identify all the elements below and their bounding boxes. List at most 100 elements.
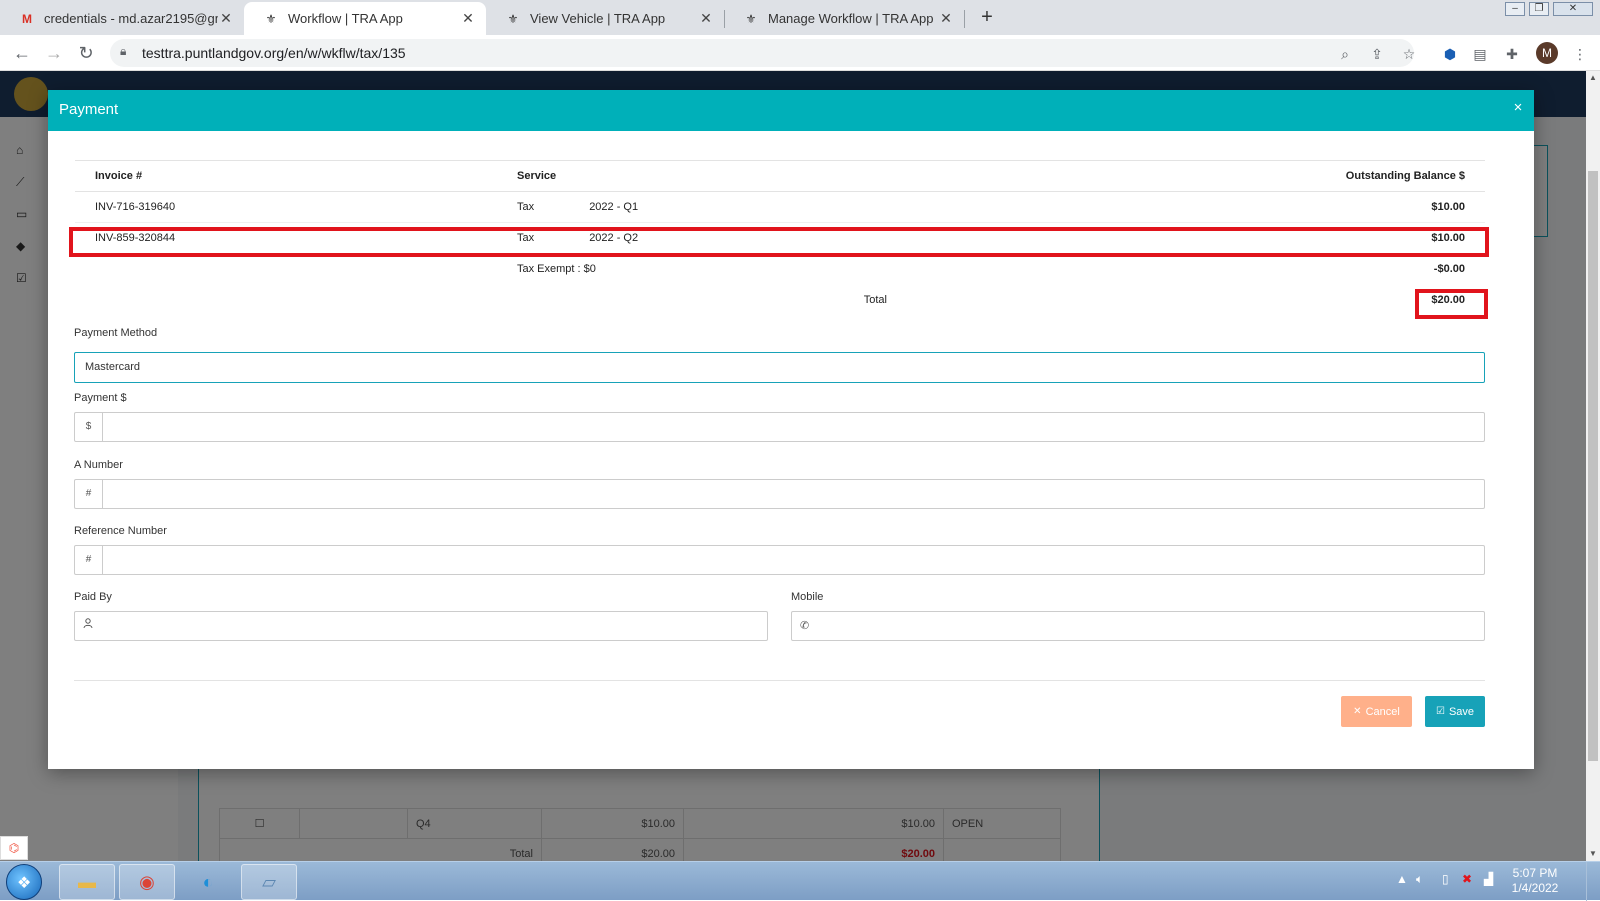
close-tab-icon[interactable]: ✕ xyxy=(698,10,714,27)
taskbar-clock[interactable]: 5:07 PM 1/4/2022 xyxy=(1500,866,1570,896)
user-icon xyxy=(83,612,97,640)
mobile-label: Mobile xyxy=(791,591,824,603)
signal-icon[interactable]: ▟ xyxy=(1484,872,1493,886)
close-tab-icon[interactable]: ✕ xyxy=(460,10,476,27)
save-button[interactable]: ☑ Save xyxy=(1425,696,1485,727)
payment-amount-group: $ xyxy=(74,412,1485,442)
tra-crest-icon: ⚜ xyxy=(265,11,277,26)
tra-crest-icon: ⚜ xyxy=(507,11,519,26)
paid-by-group xyxy=(74,611,768,641)
new-tab-button[interactable]: + xyxy=(974,4,1000,30)
minimize-icon[interactable]: – xyxy=(1505,2,1525,16)
tab-separator xyxy=(964,10,965,28)
highlight-box-invoice-row xyxy=(69,227,1489,257)
chrome-icon: ◉ xyxy=(139,871,155,892)
save-check-icon: ☑ xyxy=(1435,706,1445,717)
browser-tab-workflow[interactable]: ⚜ Workflow | TRA App ✕ xyxy=(244,2,486,35)
scroll-up-icon[interactable]: ▲ xyxy=(1586,71,1600,85)
address-bar[interactable]: 🔒︎ testtra.puntlandgov.org/en/w/wkflw/ta… xyxy=(110,39,1415,67)
extensions-puzzle-icon[interactable]: ✚ xyxy=(1502,44,1522,64)
modal-title: Payment xyxy=(59,101,119,118)
reference-number-label: Reference Number xyxy=(74,525,167,537)
close-tab-icon[interactable]: ✕ xyxy=(218,10,234,27)
edge-icon: ◐ xyxy=(202,871,214,892)
taskbar-chrome[interactable]: ◉ xyxy=(119,864,175,900)
total-row: Total $20.00 xyxy=(75,285,1485,316)
taskbar-explorer[interactable]: ▬ xyxy=(59,864,115,900)
payment-modal: Payment × Invoice # Service Outstanding … xyxy=(48,90,1534,769)
scrollbar-thumb[interactable] xyxy=(1588,171,1598,761)
service-period: 2022 - Q1 xyxy=(589,201,639,213)
hash-addon: # xyxy=(75,480,103,508)
reload-icon[interactable]: ↻ xyxy=(74,41,98,65)
back-arrow-icon[interactable]: ← xyxy=(10,41,34,65)
show-desktop-button[interactable] xyxy=(1586,862,1600,901)
clock-date: 1/4/2022 xyxy=(1511,881,1559,895)
a-number-group: # xyxy=(74,479,1485,509)
tax-exempt-amount: -$0.00 xyxy=(1433,263,1465,276)
battery-icon[interactable]: ▯ xyxy=(1442,872,1449,886)
table-row: INV-716-319640 Tax 2022 - Q1 $10.00 xyxy=(75,191,1485,223)
volume-icon[interactable]: 🔈︎ xyxy=(1416,872,1423,887)
close-tab-icon[interactable]: ✕ xyxy=(938,10,954,27)
cancel-button[interactable]: ✕ Cancel xyxy=(1341,696,1412,727)
service-name: Tax xyxy=(517,201,535,213)
modal-header: Payment × xyxy=(48,90,1534,131)
lock-icon: 🔒︎ xyxy=(120,44,127,58)
close-icon: ✕ xyxy=(1353,706,1362,717)
gmail-icon: M xyxy=(22,11,32,26)
page-scrollbar[interactable]: ▲ ▼ xyxy=(1586,71,1600,861)
tray-expand-icon[interactable]: ▲ xyxy=(1396,872,1408,886)
mobile-input[interactable] xyxy=(818,612,1484,640)
column-header-invoice: Invoice # xyxy=(75,160,497,192)
start-button[interactable]: ❖ xyxy=(6,864,42,900)
paid-by-input[interactable] xyxy=(101,612,767,640)
payment-method-select[interactable]: Mastercard xyxy=(74,352,1485,383)
menu-kebab-icon[interactable]: ⋮ xyxy=(1570,44,1590,64)
profile-avatar[interactable]: M xyxy=(1536,42,1558,64)
extension-shield-icon[interactable]: ⬢ xyxy=(1440,44,1460,64)
windows-taskbar: ❖ ▬ ◉ ◐ ▱ ▲ 🔈︎ ▯ ✖ ▟ 5:07 PM 1/4/2022 xyxy=(0,861,1600,901)
reference-number-input[interactable] xyxy=(103,546,1484,574)
tax-exempt-row: Tax Exempt : $0 -$0.00 xyxy=(75,254,1485,285)
column-header-service: Service xyxy=(497,160,997,192)
reference-number-group: # xyxy=(74,545,1485,575)
clock-time: 5:07 PM xyxy=(1512,866,1558,880)
browser-tab-view-vehicle[interactable]: ⚜ View Vehicle | TRA App ✕ xyxy=(486,2,724,35)
url-text: testtra.puntlandgov.org/en/w/wkflw/tax/1… xyxy=(142,45,406,61)
close-window-icon[interactable]: ✕ xyxy=(1553,2,1593,16)
dollar-addon: $ xyxy=(75,413,103,441)
browser-toolbar: ← → ↻ 🔒︎ testtra.puntlandgov.org/en/w/wk… xyxy=(0,35,1600,71)
invoice-number: INV-716-319640 xyxy=(75,191,497,223)
outstanding-balance: $10.00 xyxy=(997,191,1485,223)
taskbar-edge[interactable]: ◐ xyxy=(180,864,236,900)
zoom-icon[interactable]: ⌕ xyxy=(1336,45,1354,63)
total-label: Total xyxy=(863,294,887,306)
mobile-group: ✆ xyxy=(791,611,1485,641)
restore-icon[interactable]: ❐ xyxy=(1529,2,1549,16)
scroll-down-icon[interactable]: ▼ xyxy=(1586,847,1600,861)
tra-crest-icon: ⚜ xyxy=(745,11,757,26)
browser-tab-manage-workflow[interactable]: ⚜ Manage Workflow | TRA App ✕ xyxy=(724,2,964,35)
forward-arrow-icon[interactable]: → xyxy=(42,41,66,65)
share-icon[interactable]: ⇪ xyxy=(1368,45,1386,63)
network-warning-icon[interactable]: ✖ xyxy=(1462,872,1472,886)
payment-method-label: Payment Method xyxy=(74,327,158,339)
hash-addon: # xyxy=(75,546,103,574)
browser-tab-bar: M credentials - md.azar2195@gmail ✕ ⚜ Wo… xyxy=(0,0,1600,35)
bookmark-star-icon[interactable]: ☆ xyxy=(1400,45,1418,63)
extension-clipboard-icon[interactable]: ▤ xyxy=(1470,44,1490,64)
paid-by-label: Paid By xyxy=(74,591,112,603)
table-header-row: Invoice # Service Outstanding Balance $ xyxy=(75,160,1485,192)
debug-bar-icon[interactable]: ⌬ xyxy=(0,836,28,860)
payment-amount-input[interactable] xyxy=(103,413,1484,441)
a-number-input[interactable] xyxy=(103,480,1484,508)
a-number-label: A Number xyxy=(74,459,123,471)
tax-exempt-label: Tax Exempt : $0 xyxy=(517,263,596,276)
taskbar-notepad[interactable]: ▱ xyxy=(241,864,297,900)
payment-amount-label: Payment $ xyxy=(74,392,127,404)
browser-tab-gmail[interactable]: M credentials - md.azar2195@gmail ✕ xyxy=(0,2,244,35)
column-header-balance: Outstanding Balance $ xyxy=(997,160,1485,192)
notepad-icon: ▱ xyxy=(262,871,276,892)
close-icon[interactable]: × xyxy=(1510,100,1526,116)
